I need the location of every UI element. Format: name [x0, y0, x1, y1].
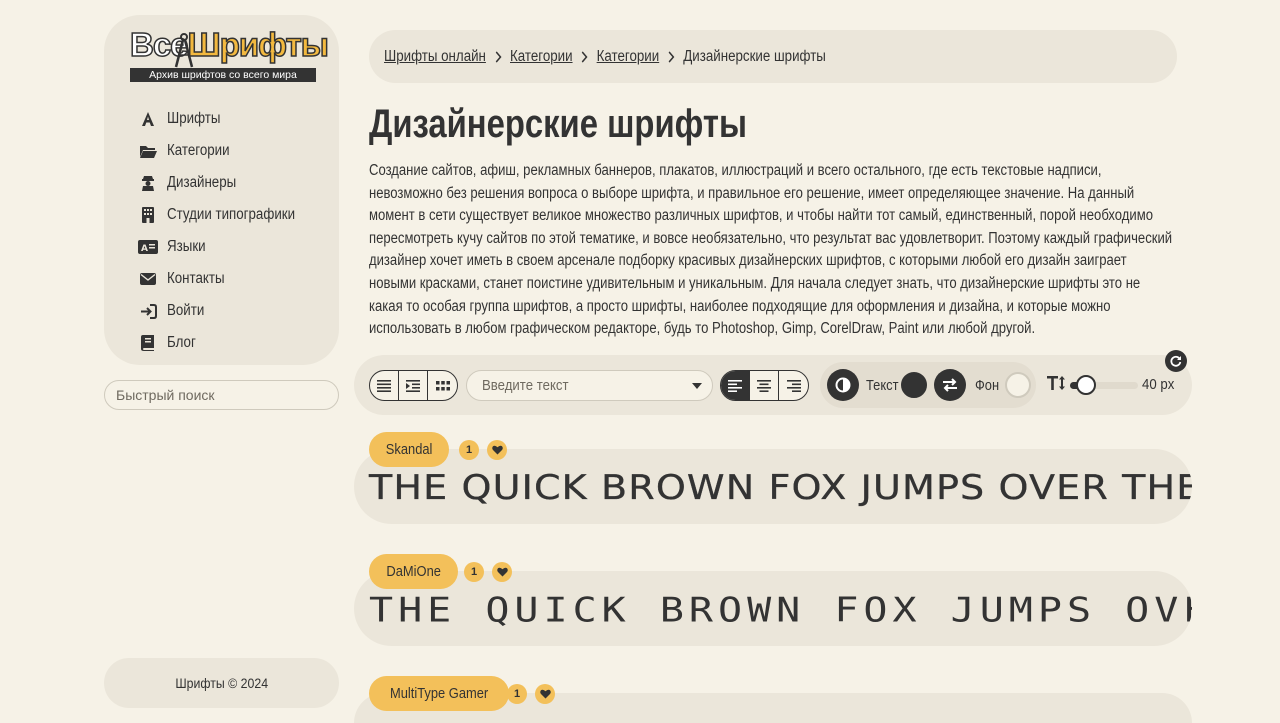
folder-icon — [138, 141, 158, 161]
nav-item-login[interactable]: Войти — [138, 295, 316, 327]
view-grid-button[interactable] — [428, 371, 457, 400]
font-size-value: 40 px — [1142, 376, 1175, 393]
language-icon: A — [138, 237, 158, 257]
main-nav: Шрифты Категории Дизайнеры Студии типогр… — [138, 103, 316, 359]
breadcrumb-link-fonts-online[interactable]: Шрифты онлайн — [384, 48, 486, 66]
font-styles-count[interactable]: 1 — [507, 684, 527, 704]
login-icon — [138, 301, 158, 321]
text-size-icon — [1047, 376, 1065, 390]
font-card: THE QUICK BROWN FOX JUMPS OVER THE LAZY … — [354, 432, 1192, 524]
contrast-button[interactable] — [827, 369, 859, 401]
logo-tagline: Архив шрифтов со всего мира — [130, 68, 316, 82]
caret-down-icon — [692, 383, 702, 389]
logo-part2: Шрифты — [187, 25, 330, 64]
preview-toolbar: Введите текст Текст Фон 40 px — [354, 355, 1192, 415]
list-icon — [377, 379, 391, 392]
nav-item-languages[interactable]: A Языки — [138, 231, 316, 263]
nav-item-studios[interactable]: Студии типографики — [138, 199, 316, 231]
compass-icon — [174, 33, 194, 68]
building-icon — [138, 205, 158, 225]
book-icon — [138, 333, 158, 353]
nav-item-designers[interactable]: Дизайнеры — [138, 167, 316, 199]
nav-item-categories[interactable]: Категории — [138, 135, 316, 167]
bg-color-swatch[interactable] — [1005, 372, 1031, 398]
swap-colors-button[interactable] — [934, 369, 966, 401]
heart-icon — [539, 689, 551, 699]
font-preview[interactable]: THE QUICK BROWN FOX JUMPS OVER THE LAZY … — [354, 571, 1192, 646]
font-preview-text: THE QUICK BROWN FOX JUMPS OVER THE LAZY … — [369, 468, 1192, 508]
breadcrumb-current: Дизайнерские шрифты — [683, 47, 826, 65]
breadcrumb-link-categories[interactable]: Категории — [510, 48, 573, 66]
favorite-button[interactable] — [492, 562, 512, 582]
font-name-tag[interactable]: Skandal — [369, 432, 450, 467]
align-center-button[interactable] — [750, 371, 779, 400]
font-styles-count[interactable]: 1 — [464, 562, 484, 582]
font-icon — [138, 109, 158, 129]
site-logo[interactable]: ВсеШрифты Архив шрифтов со всего мира — [129, 25, 330, 83]
align-right-icon — [786, 379, 801, 392]
sidebar: ВсеШрифты Архив шрифтов со всего мира Шр… — [104, 15, 339, 365]
quick-search-input[interactable] — [104, 380, 339, 410]
font-card: MultiType Gamer 1 — [354, 676, 1192, 723]
chevron-right-icon — [576, 50, 593, 64]
chevron-right-icon — [489, 50, 506, 64]
preview-text-select[interactable]: Введите текст — [466, 370, 713, 401]
font-preview[interactable]: THE QUICK BROWN FOX JUMPS OVER THE LAZY … — [354, 449, 1192, 524]
font-card: THE QUICK BROWN FOX JUMPS OVER THE LAZY … — [354, 554, 1192, 646]
svg-text:A: A — [141, 244, 148, 254]
text-color-swatch[interactable] — [901, 372, 927, 398]
reset-settings-button[interactable] — [1165, 350, 1187, 372]
breadcrumb: Шрифты онлайн Категории Категории Дизайн… — [369, 30, 1177, 83]
swap-icon — [943, 378, 957, 392]
grid-icon — [435, 380, 450, 390]
heart-icon — [496, 567, 508, 577]
align-right-button[interactable] — [779, 371, 808, 400]
footer-copyright: Шрифты © 2024 — [104, 658, 339, 708]
align-center-icon — [757, 379, 771, 392]
nav-item-contacts[interactable]: Контакты — [138, 263, 316, 295]
page-title: Дизайнерские шрифты — [369, 102, 747, 146]
text-align-toggle — [720, 370, 809, 401]
view-indent-button[interactable] — [399, 371, 428, 400]
align-left-button[interactable] — [721, 371, 750, 400]
heart-icon — [491, 445, 503, 455]
view-mode-toggle — [369, 370, 458, 401]
view-list-button[interactable] — [370, 371, 399, 400]
envelope-icon — [138, 269, 158, 289]
text-color-label: Текст — [866, 377, 899, 394]
font-styles-count[interactable]: 1 — [459, 440, 479, 460]
nav-item-fonts[interactable]: Шрифты — [138, 103, 316, 135]
contrast-icon — [835, 377, 851, 393]
favorite-button[interactable] — [487, 440, 507, 460]
refresh-icon — [1170, 355, 1182, 367]
align-left-icon — [728, 379, 742, 392]
color-controls: Текст Фон — [820, 362, 1036, 408]
font-name-tag[interactable]: DaMiOne — [369, 554, 459, 589]
favorite-button[interactable] — [535, 684, 555, 704]
nav-item-blog[interactable]: Блог — [138, 327, 316, 359]
indent-icon — [406, 379, 420, 392]
designer-icon — [138, 173, 158, 193]
font-preview-text: THE QUICK BROWN FOX JUMPS OVER THE LAZY … — [369, 591, 1192, 631]
chevron-right-icon — [663, 50, 680, 64]
bg-color-label: Фон — [975, 377, 1000, 394]
font-size-slider-thumb[interactable] — [1076, 375, 1097, 395]
breadcrumb-link-categories-2[interactable]: Категории — [597, 48, 660, 66]
page-description: Создание сайтов, афиш, рекламных баннеро… — [369, 162, 1173, 338]
font-name-tag[interactable]: MultiType Gamer — [369, 676, 510, 711]
